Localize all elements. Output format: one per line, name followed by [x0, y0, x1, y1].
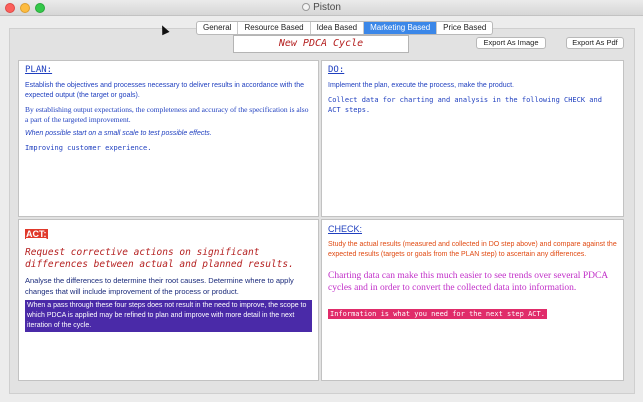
act-panel[interactable]: ACT: Request corrective actions on signi…	[18, 219, 319, 381]
export-as-image-button[interactable]: Export As Image	[476, 37, 546, 49]
plan-paragraph-4: Improving customer experience.	[25, 144, 152, 152]
segmented-tab-control: General Resource Based Idea Based Market…	[196, 21, 494, 35]
check-paragraph-2: Charting data can make this much easier …	[328, 271, 608, 293]
app-window: Piston General Resource Based Idea Based…	[0, 0, 643, 402]
plan-heading: PLAN:	[25, 65, 53, 75]
check-panel[interactable]: CHECK: Study the actual results (measure…	[321, 219, 624, 381]
plan-paragraph-3: When possible start on a small scale to …	[25, 130, 212, 137]
act-paragraph-2: Analyse the differences to determine the…	[25, 276, 294, 296]
tab-marketing-based[interactable]: Marketing Based	[364, 22, 438, 34]
title-bar[interactable]: Piston	[0, 0, 643, 16]
plan-paragraph-1: Establish the objectives and processes n…	[25, 82, 304, 99]
act-paragraph-3: When a pass through these four steps doe…	[25, 300, 312, 332]
do-paragraph-2: Collect data for charting and analysis i…	[328, 96, 602, 114]
check-paragraph-3: Information is what you need for the nex…	[328, 309, 547, 319]
tab-resource-based[interactable]: Resource Based	[238, 22, 311, 34]
app-icon	[302, 3, 311, 11]
do-heading: DO:	[328, 65, 345, 75]
tab-price-based[interactable]: Price Based	[437, 22, 492, 34]
cycle-title-field[interactable]: New PDCA Cycle	[233, 35, 409, 53]
plan-paragraph-2: By establishing output expectations, the…	[25, 105, 309, 124]
check-heading: CHECK:	[328, 224, 363, 234]
do-panel[interactable]: DO: Implement the plan, execute the proc…	[321, 60, 624, 217]
export-as-pdf-button[interactable]: Export As Pdf	[566, 37, 624, 49]
window-title-text: Piston	[313, 2, 341, 13]
plan-panel[interactable]: PLAN: Establish the objectives and proce…	[18, 60, 319, 217]
tab-general[interactable]: General	[197, 22, 239, 34]
act-heading: ACT:	[25, 229, 48, 239]
do-paragraph-1: Implement the plan, execute the process,…	[328, 82, 514, 89]
window-title: Piston	[0, 1, 643, 15]
tab-idea-based[interactable]: Idea Based	[311, 22, 365, 34]
check-paragraph-1: Study the actual results (measured and c…	[328, 241, 617, 258]
act-paragraph-1: Request corrective actions on significan…	[25, 247, 294, 270]
